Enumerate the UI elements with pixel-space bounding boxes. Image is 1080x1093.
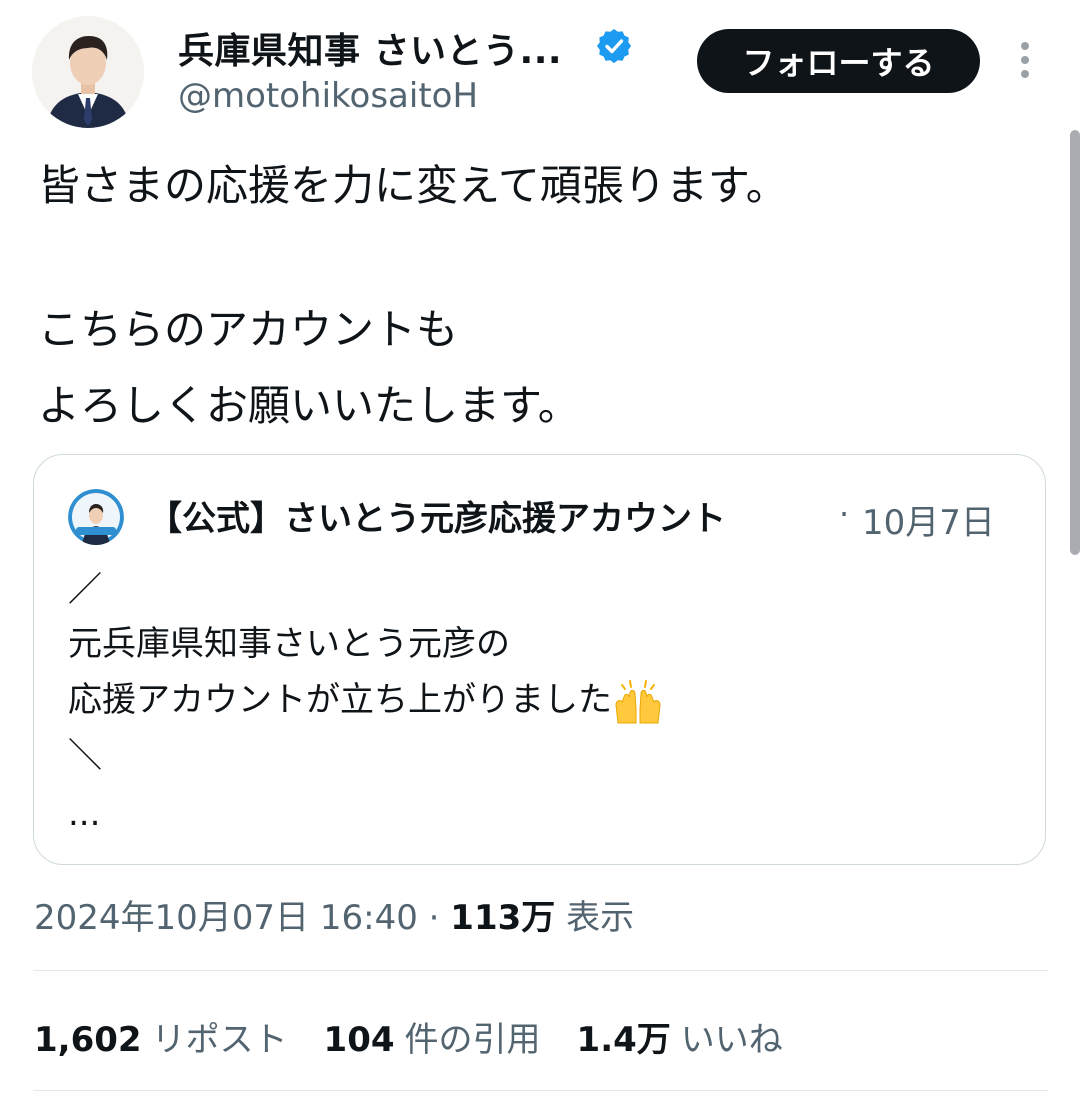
quoted-date-separator: · (839, 495, 850, 533)
likes-label: いいね (680, 1020, 783, 1060)
more-vertical-icon[interactable] (1014, 42, 1036, 82)
quoted-text-ellipsis: ... (68, 794, 101, 834)
likes-count: 1.4万 (576, 1020, 671, 1060)
post-text-line: 皆さまの応援を力に変えて頑張ります。 (38, 161, 788, 210)
scrollbar-thumb[interactable] (1070, 130, 1080, 555)
author-handle[interactable]: @motohikosaitoH (178, 76, 478, 116)
quoted-author-avatar[interactable] (68, 489, 124, 545)
post-timestamp[interactable]: 2024年10月07日 16:40 (34, 898, 418, 938)
divider (33, 1090, 1048, 1091)
verified-badge-icon (596, 28, 632, 64)
reposts-stat[interactable]: 1,602 リポスト (34, 1012, 288, 1061)
quotes-label: 件の引用 (404, 1020, 541, 1060)
post-meta: 2024年10月07日 16:40 · 113万 表示 (34, 890, 634, 939)
likes-stat[interactable]: 1.4万 いいね (577, 1012, 783, 1061)
post-text-line: よろしくお願いいたします。 (38, 381, 580, 430)
quotes-count: 104 (323, 1020, 395, 1060)
follow-button[interactable]: フォローする (697, 29, 980, 93)
tweet-detail: 兵庫県知事 さいとう... @motohikosaitoH フォローする 皆さま… (0, 0, 1080, 1093)
author-name[interactable]: 兵庫県知事 さいとう... (178, 22, 562, 74)
divider (33, 970, 1048, 971)
post-text-line: こちらのアカウントも (38, 305, 459, 354)
engagement-stats: 1,602 リポスト 104 件の引用 1.4万 いいね (34, 1012, 783, 1061)
quoted-author-name[interactable]: 【公式】さいとう元彦応援アカウント (148, 491, 726, 540)
views-count: 113万 (450, 898, 556, 938)
quoted-text-line: ／ (68, 570, 102, 610)
raising-hands-emoji (615, 679, 661, 723)
quoted-text-line: ＼ (68, 736, 102, 776)
reposts-count: 1,602 (34, 1020, 142, 1060)
author-avatar[interactable] (32, 16, 144, 128)
reposts-label: リポスト (151, 1020, 288, 1060)
quoted-text-line: 元兵庫県知事さいとう元彦の (68, 624, 510, 664)
meta-separator: · (428, 898, 440, 938)
quoted-post-card[interactable]: 【公式】さいとう元彦応援アカウント · 10月7日 ／ 元兵庫県知事さいとう元彦… (33, 454, 1046, 865)
views-label: 表示 (566, 898, 635, 938)
quotes-stat[interactable]: 104 件の引用 (324, 1012, 541, 1061)
quoted-text-line: 応援アカウントが立ち上がりました (68, 677, 664, 725)
quoted-post-date[interactable]: 10月7日 (862, 495, 995, 544)
